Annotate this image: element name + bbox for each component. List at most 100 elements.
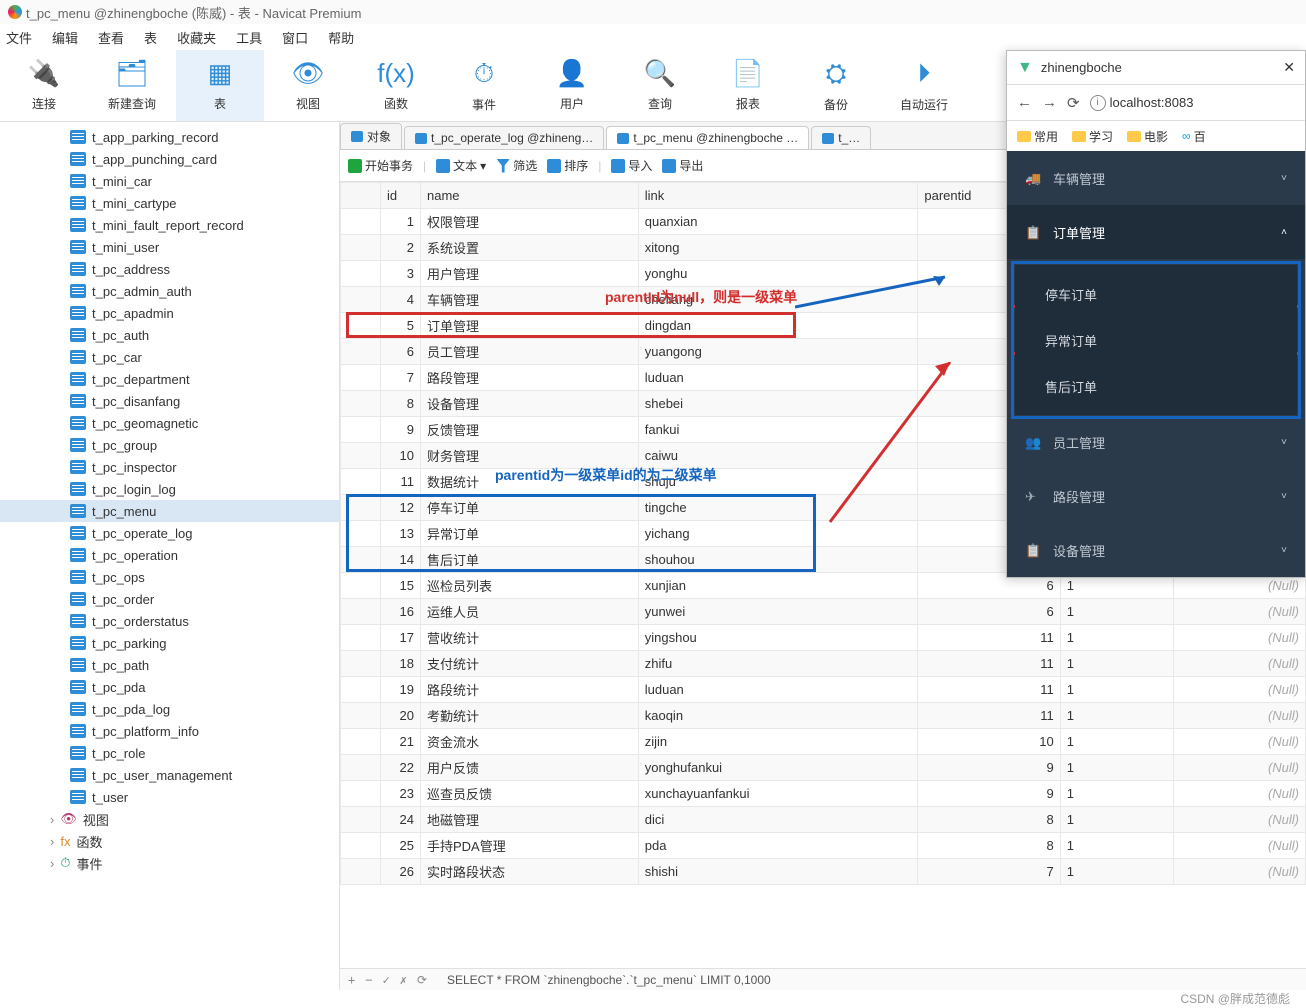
tree-item-t_pc_ops[interactable]: t_pc_ops xyxy=(0,566,339,588)
commit-button[interactable]: ✓ xyxy=(382,973,389,987)
tree-item-t_pc_auth[interactable]: t_pc_auth xyxy=(0,324,339,346)
table-row[interactable]: 26实时路段状态shishi71(Null) xyxy=(341,859,1306,885)
tree-item-t_pc_inspector[interactable]: t_pc_inspector xyxy=(0,456,339,478)
tool-新建查询[interactable]: 🗂新建查询 xyxy=(88,50,176,121)
tree-item-t_pc_menu[interactable]: t_pc_menu xyxy=(0,500,339,522)
tree-item-t_mini_cartype[interactable]: t_mini_cartype xyxy=(0,192,339,214)
tool-视图[interactable]: 👁视图 xyxy=(264,50,352,121)
tree-item-t_pc_login_log[interactable]: t_pc_login_log xyxy=(0,478,339,500)
text-button[interactable]: 文本 ▾ xyxy=(436,157,486,174)
menu-表[interactable]: 表 xyxy=(144,28,157,47)
table-row[interactable]: 17营收统计yingshou111(Null) xyxy=(341,625,1306,651)
table-row[interactable]: 21资金流水zijin101(Null) xyxy=(341,729,1306,755)
table-row[interactable]: 24地磁管理dici81(Null) xyxy=(341,807,1306,833)
table-row[interactable]: 23巡查员反馈xunchayuanfankui91(Null) xyxy=(341,781,1306,807)
tree-item-t_user[interactable]: t_user xyxy=(0,786,339,808)
webapp-menu-员工管理[interactable]: 👥员工管理˅ xyxy=(1007,415,1305,469)
col-header-link[interactable]: link xyxy=(638,183,918,209)
tool-用户[interactable]: 👤用户 xyxy=(528,50,616,121)
forward-button[interactable]: → xyxy=(1042,94,1057,111)
tab[interactable]: t_… xyxy=(811,126,871,149)
tree-item-t_pc_admin_auth[interactable]: t_pc_admin_auth xyxy=(0,280,339,302)
table-row[interactable]: 22用户反馈yonghufankui91(Null) xyxy=(341,755,1306,781)
tab[interactable]: t_pc_menu @zhinengboche … xyxy=(606,126,809,149)
sidebar-tree[interactable]: t_app_parking_recordt_app_punching_cardt… xyxy=(0,122,340,990)
browser-tab[interactable]: ▼ zhinengboche ✕ xyxy=(1007,51,1305,85)
close-icon[interactable]: ✕ xyxy=(1283,59,1295,76)
bookmark-学习[interactable]: 学习 xyxy=(1072,128,1113,145)
refresh-button[interactable]: ⟳ xyxy=(417,973,427,987)
menu-查看[interactable]: 查看 xyxy=(98,28,124,47)
menu-收藏夹[interactable]: 收藏夹 xyxy=(177,28,216,47)
tree-item-t_pc_operation[interactable]: t_pc_operation xyxy=(0,544,339,566)
tree-item-t_pc_user_management[interactable]: t_pc_user_management xyxy=(0,764,339,786)
tree-item-t_pc_address[interactable]: t_pc_address xyxy=(0,258,339,280)
bookmark-电影[interactable]: 电影 xyxy=(1127,128,1168,145)
sort-button[interactable]: 排序 xyxy=(547,157,588,174)
table-row[interactable]: 19路段统计luduan111(Null) xyxy=(341,677,1306,703)
table-row[interactable]: 18支付统计zhifu111(Null) xyxy=(341,651,1306,677)
tree-item-t_pc_role[interactable]: t_pc_role xyxy=(0,742,339,764)
tab[interactable]: t_pc_operate_log @zhineng… xyxy=(404,126,604,149)
col-header-name[interactable]: name xyxy=(421,183,639,209)
col-header-id[interactable]: id xyxy=(381,183,421,209)
reload-button[interactable]: ⟳ xyxy=(1067,94,1080,112)
tool-自动运行[interactable]: ⏵自动运行 xyxy=(880,50,968,121)
menu-窗口[interactable]: 窗口 xyxy=(282,28,308,47)
tree-footer-函数[interactable]: ›fx函数 xyxy=(0,830,339,852)
bookmark-常用[interactable]: 常用 xyxy=(1017,128,1058,145)
tool-连接[interactable]: 🔌连接 xyxy=(0,50,88,121)
tree-item-t_app_parking_record[interactable]: t_app_parking_record xyxy=(0,126,339,148)
cancel-button[interactable]: ✗ xyxy=(400,973,407,987)
webapp-submenu-停车订单[interactable]: 停车订单 xyxy=(1015,271,1297,317)
back-button[interactable]: ← xyxy=(1017,94,1032,111)
tab[interactable]: 对象 xyxy=(340,123,402,149)
webapp-submenu-异常订单[interactable]: 异常订单 xyxy=(1015,317,1297,363)
tree-item-t_pc_apadmin[interactable]: t_pc_apadmin xyxy=(0,302,339,324)
tree-footer-事件[interactable]: ›⏱事件 xyxy=(0,852,339,874)
webapp-menu-订单管理[interactable]: 📋订单管理˄ xyxy=(1007,205,1305,259)
tree-item-t_pc_geomagnetic[interactable]: t_pc_geomagnetic xyxy=(0,412,339,434)
tool-备份[interactable]: ⛭备份 xyxy=(792,50,880,121)
menu-文件[interactable]: 文件 xyxy=(6,28,32,47)
tree-item-t_pc_pda[interactable]: t_pc_pda xyxy=(0,676,339,698)
tree-item-t_pc_operate_log[interactable]: t_pc_operate_log xyxy=(0,522,339,544)
webapp-menu-车辆管理[interactable]: 🚚车辆管理˅ xyxy=(1007,151,1305,205)
tool-报表[interactable]: 📄报表 xyxy=(704,50,792,121)
tree-item-t_mini_fault_report_record[interactable]: t_mini_fault_report_record xyxy=(0,214,339,236)
tree-item-t_pc_pda_log[interactable]: t_pc_pda_log xyxy=(0,698,339,720)
tool-查询[interactable]: 🔍查询 xyxy=(616,50,704,121)
menu-编辑[interactable]: 编辑 xyxy=(52,28,78,47)
tree-footer-视图[interactable]: ›👁视图 xyxy=(0,808,339,830)
tree-item-t_pc_platform_info[interactable]: t_pc_platform_info xyxy=(0,720,339,742)
tree-item-t_app_punching_card[interactable]: t_app_punching_card xyxy=(0,148,339,170)
import-button[interactable]: 导入 xyxy=(611,157,652,174)
table-row[interactable]: 16运维人员yunwei61(Null) xyxy=(341,599,1306,625)
tool-函数[interactable]: f(x)函数 xyxy=(352,50,440,121)
export-button[interactable]: 导出 xyxy=(662,157,703,174)
remove-row-button[interactable]: − xyxy=(365,973,372,987)
tree-item-t_mini_user[interactable]: t_mini_user xyxy=(0,236,339,258)
tree-item-t_pc_group[interactable]: t_pc_group xyxy=(0,434,339,456)
site-info-icon[interactable]: i xyxy=(1090,95,1106,111)
webapp-submenu-售后订单[interactable]: 售后订单 xyxy=(1015,363,1297,409)
table-row[interactable]: 25手持PDA管理pda81(Null) xyxy=(341,833,1306,859)
tree-item-t_pc_order[interactable]: t_pc_order xyxy=(0,588,339,610)
filter-button[interactable]: 筛选 xyxy=(496,157,537,174)
menu-工具[interactable]: 工具 xyxy=(236,28,262,47)
tree-item-t_pc_parking[interactable]: t_pc_parking xyxy=(0,632,339,654)
tree-item-t_pc_orderstatus[interactable]: t_pc_orderstatus xyxy=(0,610,339,632)
begin-transaction-button[interactable]: 开始事务 xyxy=(348,157,413,174)
address-bar[interactable]: i localhost:8083 xyxy=(1090,95,1295,111)
tree-item-t_pc_car[interactable]: t_pc_car xyxy=(0,346,339,368)
bookmark-百[interactable]: ∞百 xyxy=(1182,128,1206,145)
table-row[interactable]: 20考勤统计kaoqin111(Null) xyxy=(341,703,1306,729)
webapp-menu-路段管理[interactable]: ✈路段管理˅ xyxy=(1007,469,1305,523)
tree-item-t_pc_department[interactable]: t_pc_department xyxy=(0,368,339,390)
menu-帮助[interactable]: 帮助 xyxy=(328,28,354,47)
tool-表[interactable]: ▦表 xyxy=(176,50,264,121)
tree-item-t_mini_car[interactable]: t_mini_car xyxy=(0,170,339,192)
add-row-button[interactable]: + xyxy=(348,973,355,987)
tree-item-t_pc_disanfang[interactable]: t_pc_disanfang xyxy=(0,390,339,412)
tree-item-t_pc_path[interactable]: t_pc_path xyxy=(0,654,339,676)
